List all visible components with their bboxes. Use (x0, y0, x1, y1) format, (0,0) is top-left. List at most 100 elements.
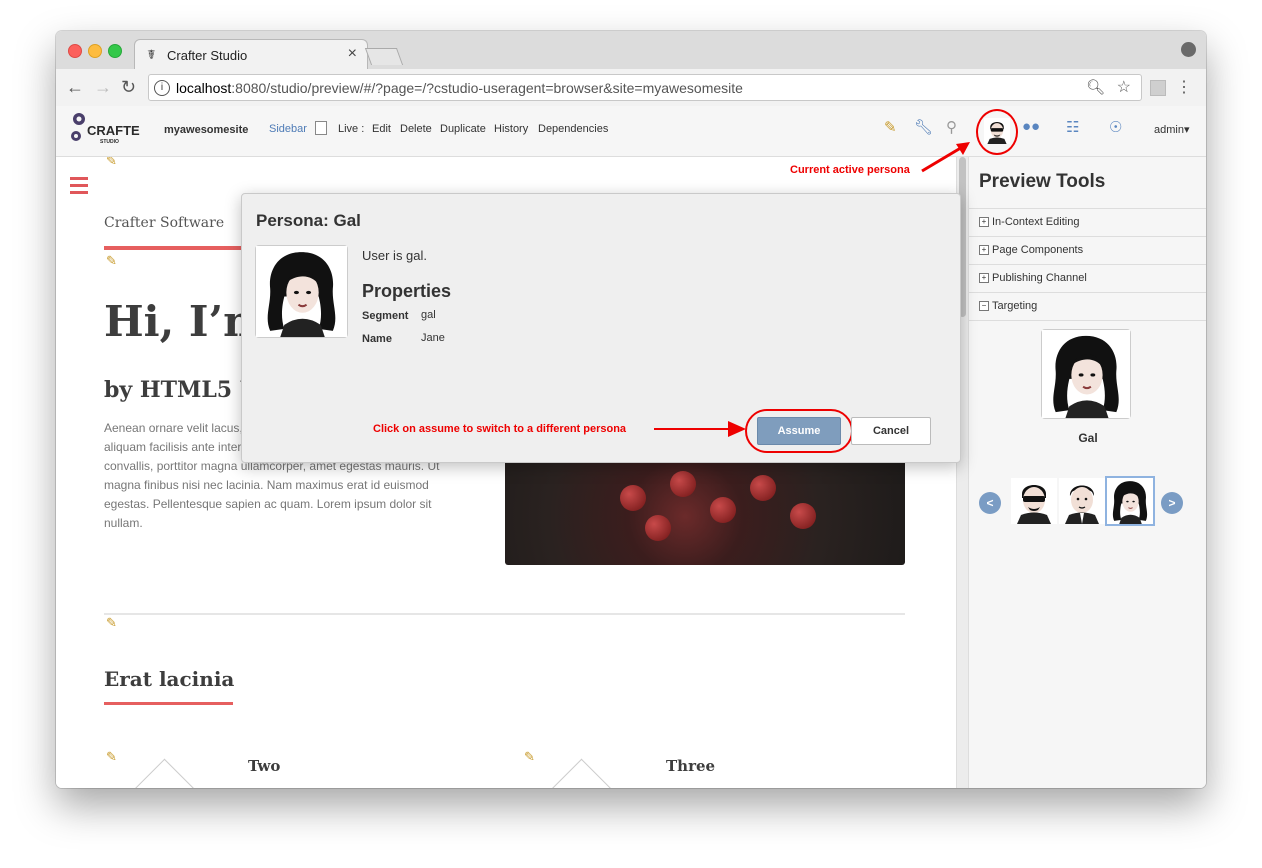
users-icon[interactable]: ●● (1022, 118, 1040, 135)
section-title: Erat lacinia (104, 667, 235, 691)
reload-icon[interactable]: ↻ (121, 77, 136, 98)
feature-icon-frame (108, 758, 221, 788)
edit-action[interactable]: Edit (372, 123, 391, 135)
assume-arrow-shaft (654, 428, 734, 430)
properties-heading: Properties (362, 281, 452, 301)
dialog-title: Persona: Gal (256, 211, 361, 230)
forward-icon[interactable]: → (94, 77, 112, 98)
browser-menu-icon[interactable]: ⋮ (1176, 77, 1192, 97)
cancel-button[interactable]: Cancel (851, 417, 931, 445)
search-icon[interactable]: ⚲ (946, 118, 957, 136)
address-bar[interactable]: i localhost:8080/studio/preview/#/?page=… (148, 74, 1142, 101)
hamburger-menu-icon[interactable] (70, 177, 88, 198)
panel-section-label: In-Context Editing (992, 216, 1080, 228)
panel-section-label: Targeting (992, 300, 1038, 312)
brand-name: Crafter Software (104, 215, 225, 231)
browser-toolbar: ← → ↻ i localhost:8080/studio/preview/#/… (56, 69, 1206, 107)
preview-tools-panel: Preview Tools + In-Context Editing + Pag… (968, 157, 1206, 788)
url-path: :8080/studio/preview/#/?page=/?cstudio-u… (231, 80, 743, 96)
persona-option-man[interactable] (1059, 478, 1105, 524)
edit-pencil-icon[interactable]: ✎ (524, 749, 535, 765)
dependencies-action[interactable]: Dependencies (538, 123, 608, 135)
current-persona-name: Gal (1078, 431, 1098, 445)
edit-pencil-icon[interactable]: ✎ (106, 157, 117, 169)
berry-shape (790, 503, 816, 529)
berry-shape (645, 515, 671, 541)
close-tab-icon[interactable]: × (348, 45, 357, 63)
carousel-prev-button[interactable]: < (979, 492, 1001, 514)
delete-action[interactable]: Delete (400, 123, 432, 135)
edit-pencil-icon[interactable]: ✎ (106, 615, 117, 631)
browser-tab[interactable]: ☤ Crafter Studio × (134, 39, 368, 70)
studio-toolbar: CRAFTER STUDIO myawesomesite Sidebar Liv… (56, 106, 1206, 157)
carousel-next-button[interactable]: > (1161, 492, 1183, 514)
annotation-arrow-icon (728, 421, 746, 437)
help-icon[interactable]: ☉ (1109, 118, 1122, 136)
property-key: Segment (362, 310, 409, 322)
gal-avatar-icon (1042, 330, 1130, 418)
browser-titlebar: ☤ Crafter Studio × (56, 31, 1206, 70)
persona-description: User is gal. (362, 248, 428, 263)
minimize-window-button[interactable] (88, 44, 102, 58)
active-persona-annotation: Current active persona (790, 164, 910, 176)
expand-icon: + (979, 217, 989, 227)
site-name[interactable]: myawesomesite (164, 124, 248, 136)
panel-section-label: Publishing Channel (992, 272, 1087, 284)
sitemap-icon[interactable]: ☷ (1066, 118, 1079, 136)
close-window-button[interactable] (68, 44, 82, 58)
persona-option-sunglasses[interactable] (1011, 478, 1057, 524)
persona-option-gal[interactable] (1105, 476, 1155, 526)
berry-shape (750, 475, 776, 501)
profile-icon[interactable] (1181, 42, 1196, 57)
sunglasses-man-icon (1011, 478, 1057, 524)
sidebar-toggle[interactable]: Sidebar (269, 123, 307, 135)
user-menu[interactable]: admin▾ (1154, 123, 1190, 136)
section-divider (104, 613, 905, 615)
panel-section-in-context-editing[interactable]: + In-Context Editing (969, 208, 1206, 236)
feature-title: Two (248, 757, 281, 775)
history-action[interactable]: History (494, 123, 528, 135)
assume-button[interactable]: Assume (757, 417, 841, 445)
user-menu-label: admin (1154, 124, 1184, 136)
live-label: Live : (338, 123, 365, 135)
bookmark-star-icon[interactable]: ☆ (1117, 77, 1131, 97)
strawberries-image (505, 457, 905, 565)
edit-pencil-icon[interactable]: ✎ (106, 253, 117, 269)
persona-icon (984, 118, 1010, 144)
berry-shape (670, 471, 696, 497)
gal-avatar-icon (1107, 478, 1153, 524)
property-value: Jane (421, 332, 445, 344)
new-tab-button[interactable] (364, 48, 404, 65)
preview-tools-title: Preview Tools (979, 171, 1106, 192)
panel-section-page-components[interactable]: + Page Components (969, 236, 1206, 264)
info-icon[interactable]: i (154, 80, 170, 96)
gal-avatar-icon (256, 246, 347, 337)
feature-icon-frame (525, 758, 638, 788)
pencil-icon[interactable]: ✎ (884, 118, 897, 136)
panel-section-targeting[interactable]: − Targeting (969, 292, 1206, 321)
dialog-persona-avatar (255, 245, 348, 338)
collapse-icon: − (979, 301, 989, 311)
svg-text:STUDIO: STUDIO (100, 139, 119, 145)
current-persona-avatar (1041, 329, 1131, 419)
berry-shape (620, 485, 646, 511)
persona-button[interactable] (976, 109, 1018, 155)
property-key: Name (362, 333, 392, 345)
svg-text:CRAFTER: CRAFTER (87, 123, 140, 138)
wrench-icon[interactable]: 🔧︎ (914, 118, 933, 136)
section-underline (104, 702, 233, 705)
zoom-icon[interactable]: 🔍︎ (1086, 78, 1105, 96)
property-value: gal (421, 309, 436, 321)
crafter-favicon-icon: ☤ (147, 47, 156, 62)
back-icon[interactable]: ← (66, 77, 84, 98)
feature-title: Three (666, 757, 716, 775)
maximize-window-button[interactable] (108, 44, 122, 58)
expand-icon: + (979, 273, 989, 283)
extension-icon[interactable] (1150, 80, 1166, 96)
assume-hint-annotation: Click on assume to switch to a different… (373, 423, 627, 435)
crafter-logo[interactable]: CRAFTER STUDIO (70, 110, 140, 150)
duplicate-action[interactable]: Duplicate (440, 123, 486, 135)
panel-section-publishing-channel[interactable]: + Publishing Channel (969, 264, 1206, 292)
edit-pencil-icon[interactable]: ✎ (106, 749, 117, 765)
page-icon (315, 121, 327, 135)
